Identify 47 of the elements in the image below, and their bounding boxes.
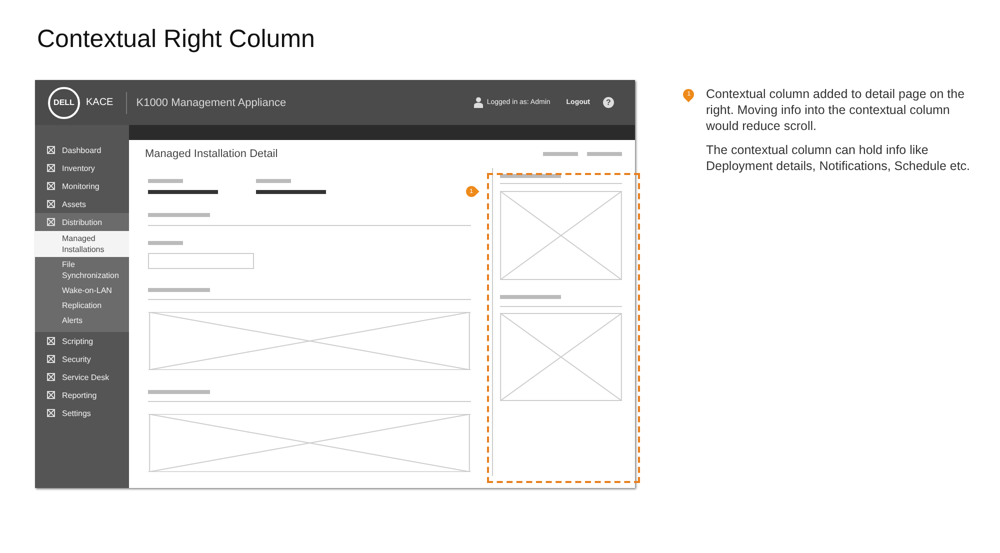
text-placeholder	[500, 295, 561, 299]
placeholder-icon	[47, 409, 55, 417]
submenu-item[interactable]: Replication	[35, 298, 129, 313]
submenu-item[interactable]: File Synchronization	[35, 257, 129, 283]
nav-item[interactable]: Dashboard	[35, 141, 129, 159]
note-text: Contextual column added to detail page on the right. Moving info into the contextual column would reduce scroll.	[706, 86, 966, 134]
placeholder-icon	[47, 146, 55, 154]
submenu-item[interactable]: Wake-on-LAN	[35, 283, 129, 298]
input-field[interactable]	[148, 253, 254, 269]
nav-item[interactable]: Scripting	[35, 332, 129, 350]
submenu-item[interactable]: Alerts	[35, 313, 129, 328]
nav-item[interactable]: Service Desk	[35, 368, 129, 386]
text-placeholder	[148, 213, 210, 217]
page-title: Managed Installation Detail	[145, 148, 278, 160]
user-icon	[474, 97, 483, 108]
text-placeholder	[148, 190, 218, 194]
slide-title: Contextual Right Column	[37, 25, 316, 53]
note-text: The contextual column can hold info like Deployment details, Notifications, Schedule etc.	[706, 142, 972, 174]
help-icon[interactable]: ?	[603, 97, 614, 108]
logo: DELL	[48, 86, 80, 118]
nav-item[interactable]: Distribution	[35, 213, 129, 231]
placeholder-icon	[47, 391, 55, 399]
placeholder-icon	[47, 355, 55, 363]
placeholder-icon	[47, 182, 55, 190]
text-placeholder	[148, 241, 183, 245]
nav-item[interactable]: Reporting	[35, 386, 129, 404]
app-title: K1000 Management Appliance	[136, 96, 286, 108]
text-placeholder	[148, 179, 183, 183]
nav-item[interactable]: Assets	[35, 195, 129, 213]
text-placeholder	[543, 152, 578, 156]
brand-name: KACE	[86, 97, 114, 108]
nav-item[interactable]: Monitoring	[35, 177, 129, 195]
text-placeholder	[256, 190, 326, 194]
placeholder-icon	[47, 164, 55, 172]
text-placeholder	[148, 288, 210, 292]
text-placeholder	[148, 390, 210, 394]
placeholder-icon	[47, 337, 55, 345]
nav-item[interactable]: Inventory	[35, 159, 129, 177]
nav-item[interactable]: Security	[35, 350, 129, 368]
text-placeholder	[587, 152, 622, 156]
placeholder-icon	[47, 200, 55, 208]
placeholder-icon	[47, 373, 55, 381]
text-placeholder	[256, 179, 291, 183]
text-placeholder	[500, 174, 561, 178]
placeholder-icon	[47, 218, 55, 226]
submenu-item[interactable]: Managed Installations	[35, 231, 129, 257]
nav-item[interactable]: Settings	[35, 404, 129, 422]
